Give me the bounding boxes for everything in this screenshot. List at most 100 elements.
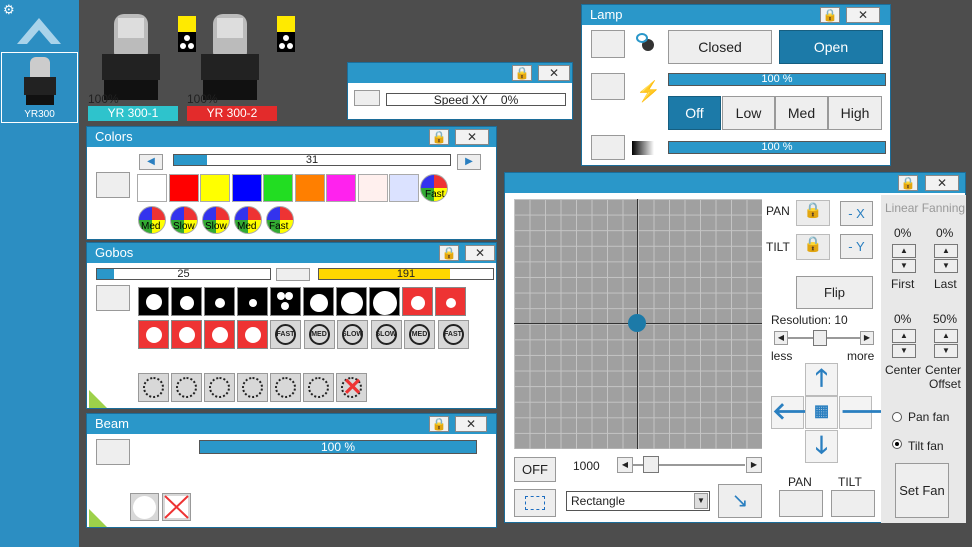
center-up-button[interactable]: ▲	[892, 329, 916, 343]
gobo-button[interactable]	[237, 320, 268, 349]
beam-closed-button[interactable]	[162, 493, 191, 521]
colors-slider[interactable]: 31	[173, 154, 451, 166]
center-down-button[interactable]: ▼	[892, 344, 916, 358]
beam-open-button[interactable]	[130, 493, 159, 521]
color-swatch[interactable]	[357, 174, 388, 202]
lamp-strobe-button[interactable]	[591, 135, 625, 160]
resolution-slider[interactable]	[788, 330, 860, 346]
gobo-button[interactable]	[369, 287, 400, 316]
gobo-button[interactable]	[204, 287, 235, 316]
close-icon[interactable]: ✕	[846, 7, 880, 23]
gobo-wheel-button[interactable]: ✕	[336, 373, 367, 402]
fx-direction-button[interactable]: ↘	[718, 484, 762, 518]
xy-cursor[interactable]	[628, 314, 646, 332]
close-icon[interactable]: ✕	[455, 129, 489, 145]
gobo-button[interactable]	[138, 320, 169, 349]
arrow-down-icon[interactable]: 🡓	[805, 430, 838, 463]
fixture-2[interactable]: 100% YR 300-2	[187, 10, 295, 122]
close-icon[interactable]: ✕	[455, 416, 487, 432]
xy-pad[interactable]	[514, 199, 762, 449]
close-icon[interactable]: ✕	[925, 175, 959, 191]
gobo-button[interactable]	[171, 320, 202, 349]
color-wheel-button[interactable]: Med	[234, 206, 262, 234]
last-up-button[interactable]: ▲	[934, 244, 958, 258]
lamp-open-button[interactable]: Open	[779, 30, 883, 64]
lock-icon[interactable]: 🔒	[820, 7, 840, 23]
gobo-center-button[interactable]	[276, 268, 310, 281]
gobo-slider-1[interactable]: 25	[96, 268, 271, 280]
gobo-slider-2[interactable]: 191	[318, 268, 494, 280]
tilt-button[interactable]	[831, 490, 875, 517]
gobo-wheel-button[interactable]	[171, 373, 202, 402]
gobo-select-button[interactable]	[96, 285, 130, 311]
gobo-button[interactable]	[435, 287, 466, 316]
lamp-select-button[interactable]	[591, 30, 625, 58]
fx-off-button[interactable]: OFF	[514, 457, 556, 482]
lamp-off-button[interactable]: Off	[668, 96, 721, 130]
color-swatch[interactable]	[168, 174, 199, 202]
color-swatch[interactable]	[200, 174, 230, 202]
gobo-button[interactable]	[303, 287, 334, 316]
color-wheel-button[interactable]: Med	[138, 206, 166, 234]
lamp-high-button[interactable]: High	[828, 96, 882, 130]
fixture-1[interactable]: 100% YR 300-1	[88, 10, 196, 122]
gobo-button[interactable]	[336, 287, 367, 316]
fx-size-left-button[interactable]: ◀	[617, 457, 633, 473]
lock-icon[interactable]: 🔒	[512, 65, 532, 81]
lamp-closed-button[interactable]: Closed	[668, 30, 772, 64]
color-swatch[interactable]	[137, 174, 167, 202]
gobo-rotation-button[interactable]: FAST	[437, 320, 469, 349]
gobo-button[interactable]	[171, 287, 202, 316]
pan-fan-radio[interactable]	[892, 412, 902, 422]
color-swatch[interactable]	[294, 174, 325, 202]
resize-handle-icon[interactable]	[89, 509, 107, 527]
colors-right-arrow-button[interactable]: ▶	[457, 154, 481, 170]
color-swatch[interactable]	[263, 174, 293, 202]
lamp-dimmer-slider[interactable]: 100 %	[668, 73, 886, 86]
fx-shape-select[interactable]: Rectangle ▼	[566, 491, 710, 511]
first-down-button[interactable]: ▼	[892, 259, 916, 273]
collapse-up-icon[interactable]	[15, 8, 63, 48]
invert-x-button[interactable]: - X	[840, 201, 873, 226]
gobo-wheel-button[interactable]	[237, 373, 268, 402]
gear-icon[interactable]: ⚙	[3, 2, 15, 18]
beam-slider[interactable]: 100 %	[199, 440, 477, 454]
gobo-button[interactable]	[138, 287, 169, 316]
gobo-rotation-button[interactable]: SLOW	[337, 320, 368, 349]
gobo-wheel-button[interactable]	[138, 373, 169, 402]
last-down-button[interactable]: ▼	[934, 259, 958, 273]
speed-toggle-button[interactable]	[354, 90, 380, 106]
colors-left-arrow-button[interactable]: ◀	[139, 154, 163, 170]
lamp-low-button[interactable]: Low	[722, 96, 775, 130]
gobo-button[interactable]	[204, 320, 235, 349]
fx-size-slider[interactable]	[633, 456, 745, 473]
speed-slider[interactable]: Speed XY 0%	[386, 93, 566, 106]
flip-button[interactable]: Flip	[796, 276, 873, 309]
close-icon[interactable]: ✕	[538, 65, 570, 81]
color-swatch[interactable]	[389, 174, 419, 202]
gobo-rotation-button[interactable]: SLOW	[370, 320, 402, 349]
gobo-rotation-button[interactable]: FAST	[270, 320, 301, 349]
gobo-button[interactable]	[237, 287, 268, 316]
gobo-button[interactable]	[402, 287, 433, 316]
color-swatch[interactable]	[231, 174, 262, 202]
gobo-rotation-button[interactable]: MED	[404, 320, 435, 349]
offset-up-button[interactable]: ▲	[934, 329, 958, 343]
gobo-wheel-button[interactable]	[303, 373, 334, 402]
arrow-right-icon[interactable]: 🡒	[839, 396, 904, 429]
gobo-rotation-button[interactable]: MED	[303, 320, 335, 349]
fx-shape-icon-button[interactable]	[514, 489, 556, 517]
color-wheel-button[interactable]: Fast	[266, 206, 294, 234]
resolution-less-button[interactable]: ◀	[774, 331, 788, 345]
offset-down-button[interactable]: ▼	[934, 344, 958, 358]
color-wheel-fast[interactable]: Fast	[420, 174, 448, 202]
lock-icon[interactable]: 🔒	[429, 416, 449, 432]
lamp-med-button[interactable]: Med	[775, 96, 828, 130]
color-wheel-button[interactable]: Slow	[170, 206, 198, 234]
colors-select-button[interactable]	[96, 172, 130, 198]
pan-lock-icon[interactable]: 🔒	[796, 200, 830, 226]
color-wheel-button[interactable]: Slow	[202, 206, 230, 234]
resize-handle-icon[interactable]	[89, 390, 107, 408]
close-icon[interactable]: ✕	[465, 245, 495, 261]
tilt-lock-icon[interactable]: 🔒	[796, 234, 830, 260]
